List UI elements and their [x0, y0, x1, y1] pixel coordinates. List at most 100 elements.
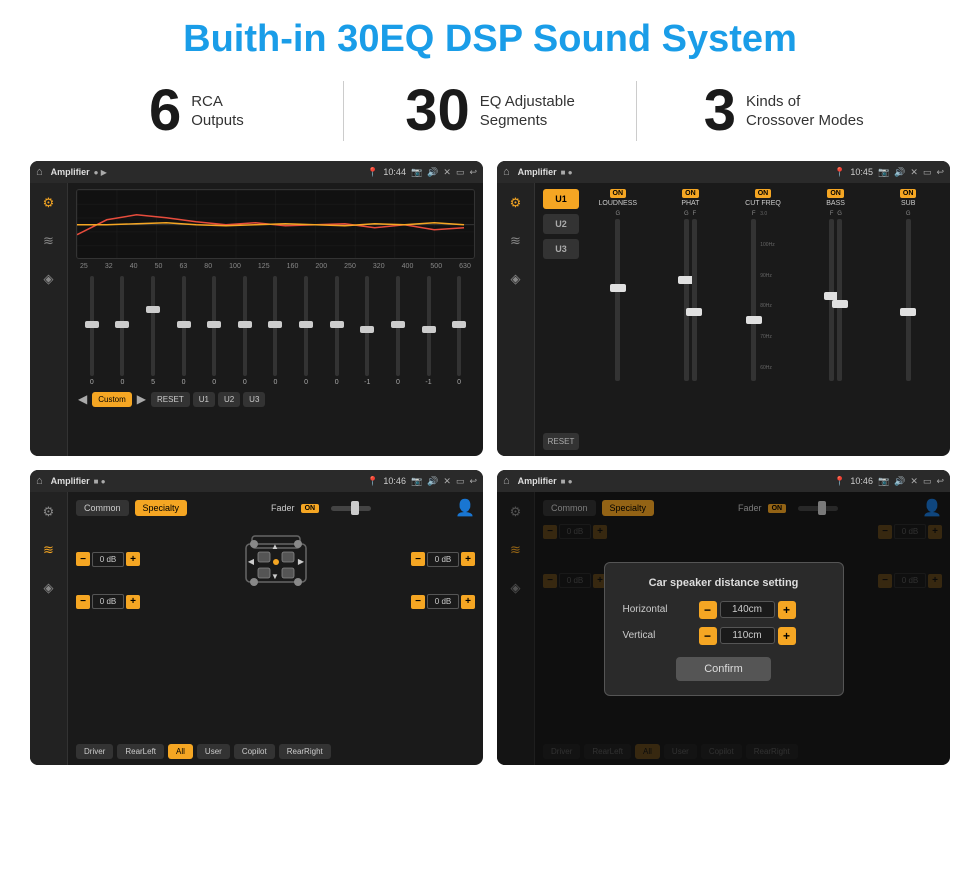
horizontal-minus[interactable]: −: [699, 601, 717, 619]
close-icon[interactable]: ✕: [443, 167, 451, 178]
fader-horizontal-slider[interactable]: [331, 506, 371, 511]
vertical-row: Vertical − 110cm +: [623, 627, 825, 645]
u2-preset[interactable]: U2: [543, 214, 579, 234]
fader-body: ⚙ ≋ ◈ Common Specialty Fader ON 👤: [30, 492, 483, 765]
rl-volume: − 0 dB +: [76, 594, 140, 609]
stat-number-crossover: 3: [704, 82, 736, 140]
u3-preset[interactable]: U3: [543, 239, 579, 259]
u1-preset[interactable]: U1: [543, 189, 579, 209]
home-icon[interactable]: ⌂: [36, 166, 43, 178]
u1-btn[interactable]: U1: [193, 392, 215, 407]
close-icon-2[interactable]: ✕: [910, 167, 918, 178]
rearleft-btn[interactable]: RearLeft: [117, 744, 164, 759]
fl-minus[interactable]: −: [76, 552, 90, 566]
u3-btn[interactable]: U3: [243, 392, 265, 407]
eq-icon-2[interactable]: ⚙: [504, 191, 528, 215]
u2-btn[interactable]: U2: [218, 392, 240, 407]
common-tab[interactable]: Common: [76, 500, 129, 516]
vertical-minus[interactable]: −: [699, 627, 717, 645]
camera-icon-4: 📷: [878, 476, 889, 487]
reset-crossover-btn[interactable]: RESET: [543, 433, 579, 450]
channel-phat: ON PHAT G F: [657, 189, 725, 450]
speaker-icon[interactable]: ◈: [37, 267, 61, 291]
speaker-icon-2[interactable]: ◈: [504, 267, 528, 291]
dialog-body: ⚙ ≋ ◈ Common Specialty Fader ON 👤: [497, 492, 950, 765]
svg-text:▲: ▲: [271, 542, 279, 551]
close-icon-4[interactable]: ✕: [910, 476, 918, 487]
rr-plus[interactable]: +: [461, 595, 475, 609]
horizontal-control: − 140cm +: [699, 601, 796, 619]
crossover-main: U1 U2 U3 RESET ON LOUDNESS G: [535, 183, 950, 456]
amplifier-title-4: Amplifier: [518, 476, 557, 486]
eq-body: ⚙ ≋ ◈: [30, 183, 483, 456]
home-icon-4[interactable]: ⌂: [503, 475, 510, 487]
rr-minus[interactable]: −: [411, 595, 425, 609]
stat-number-eq: 30: [405, 82, 470, 140]
all-btn[interactable]: All: [168, 744, 193, 759]
stat-text-crossover: Kinds of Crossover Modes: [746, 92, 864, 131]
copilot-btn[interactable]: Copilot: [234, 744, 275, 759]
custom-preset-btn[interactable]: Custom: [92, 392, 132, 407]
channel-loudness: ON LOUDNESS G: [584, 189, 652, 450]
fader-label: Fader: [271, 503, 295, 513]
rearright-btn[interactable]: RearRight: [279, 744, 331, 759]
window-icon-3[interactable]: ▭: [456, 476, 465, 487]
crossover-body: ⚙ ≋ ◈ U1 U2 U3 RESET ON LOUDNESS: [497, 183, 950, 456]
close-icon-3[interactable]: ✕: [443, 476, 451, 487]
stat-number-rca: 6: [149, 82, 181, 140]
eq-freq-labels: 253240506380100125160200250320400500630: [76, 263, 475, 270]
rl-plus[interactable]: +: [126, 595, 140, 609]
vertical-plus[interactable]: +: [778, 627, 796, 645]
location-icon: 📍: [367, 167, 378, 178]
back-icon[interactable]: ↩: [469, 167, 477, 178]
volume-icon-4: 🔊: [894, 476, 905, 487]
horizontal-plus[interactable]: +: [778, 601, 796, 619]
waveform-icon[interactable]: ≋: [37, 229, 61, 253]
vertical-control: − 110cm +: [699, 627, 796, 645]
amplifier-title-3: Amplifier: [51, 476, 90, 486]
home-icon-2[interactable]: ⌂: [503, 166, 510, 178]
fader-sidebar: ⚙ ≋ ◈: [30, 492, 68, 765]
prev-btn[interactable]: ◀: [76, 390, 89, 408]
page-title: Buith-in 30EQ DSP Sound System: [0, 0, 980, 71]
time-3: 10:46: [383, 476, 406, 487]
speaker-distance-dialog: Car speaker distance setting Horizontal …: [604, 562, 844, 696]
eq-icon[interactable]: ⚙: [37, 191, 61, 215]
on-badge-sub: ON: [900, 189, 917, 198]
back-icon-2[interactable]: ↩: [936, 167, 944, 178]
fr-minus[interactable]: −: [411, 552, 425, 566]
back-icon-3[interactable]: ↩: [469, 476, 477, 487]
back-icon-4[interactable]: ↩: [936, 476, 944, 487]
next-btn[interactable]: ▶: [135, 390, 148, 408]
crossover-screen: ⌂ Amplifier ■ ● 📍 10:45 📷 🔊 ✕ ▭ ↩ ⚙ ≋ ◈ …: [497, 161, 950, 456]
rl-minus[interactable]: −: [76, 595, 90, 609]
fl-plus[interactable]: +: [126, 552, 140, 566]
screens-grid: ⌂ Amplifier ● ▶ 📍 10:44 📷 🔊 ✕ ▭ ↩ ⚙ ≋ ◈: [0, 155, 980, 775]
fr-plus[interactable]: +: [461, 552, 475, 566]
window-icon[interactable]: ▭: [456, 167, 465, 178]
car-diagram: ▲ ▼ ◀ ▶: [236, 524, 316, 589]
rr-volume: − 0 dB +: [411, 594, 475, 609]
loudness-sliders: G: [615, 211, 620, 381]
home-icon-3[interactable]: ⌂: [36, 475, 43, 487]
confirm-button[interactable]: Confirm: [676, 657, 771, 681]
user-btn[interactable]: User: [197, 744, 230, 759]
speaker-icon-3[interactable]: ◈: [37, 576, 61, 600]
topbar-icons-4: 📍 10:46 📷 🔊 ✕ ▭ ↩: [834, 476, 944, 487]
on-badge-cutfreq: ON: [755, 189, 772, 198]
svg-text:◀: ◀: [247, 557, 254, 566]
crossover-channels: ON LOUDNESS G ON: [584, 189, 942, 450]
dialog-title: Car speaker distance setting: [623, 577, 825, 589]
dialog-footer: Confirm: [623, 657, 825, 681]
reset-btn[interactable]: RESET: [151, 392, 190, 407]
window-icon-2[interactable]: ▭: [923, 167, 932, 178]
waveform-icon-2[interactable]: ≋: [504, 229, 528, 253]
window-icon-4[interactable]: ▭: [923, 476, 932, 487]
horizontal-row: Horizontal − 140cm +: [623, 601, 825, 619]
location-icon-3: 📍: [367, 476, 378, 487]
specialty-tab[interactable]: Specialty: [135, 500, 188, 516]
cutfreq-sliders: F 3.0100Hz90Hz80Hz70Hz60Hz: [751, 211, 774, 381]
waveform-icon-3[interactable]: ≋: [37, 538, 61, 562]
eq-icon-3[interactable]: ⚙: [37, 500, 61, 524]
driver-btn[interactable]: Driver: [76, 744, 113, 759]
